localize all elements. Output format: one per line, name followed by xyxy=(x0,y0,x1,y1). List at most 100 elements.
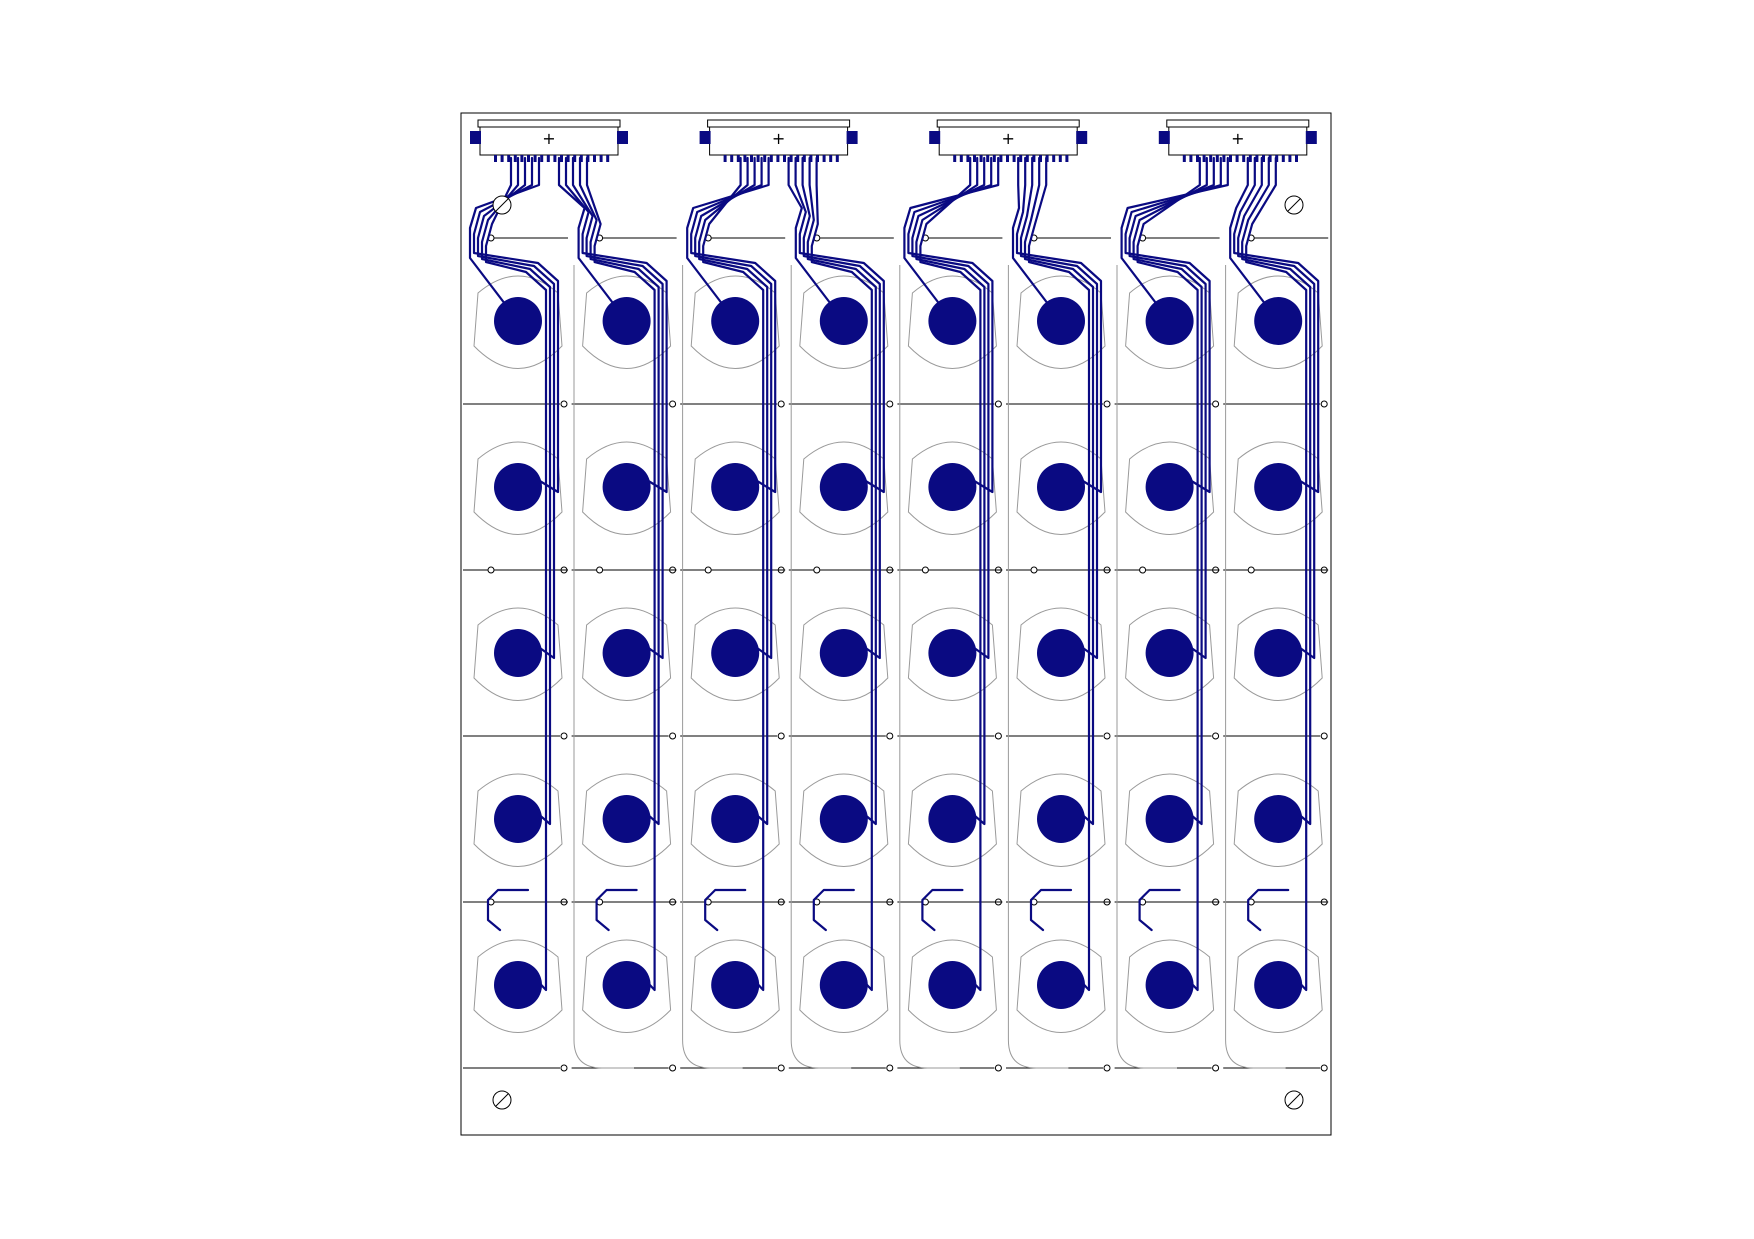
key-pad xyxy=(1254,795,1303,843)
connector-lock-pad xyxy=(1076,131,1088,144)
connector-pin xyxy=(783,155,786,162)
connector-pin xyxy=(1268,155,1272,162)
connector-lock-pad xyxy=(846,131,858,144)
via-hole xyxy=(1103,732,1111,740)
connector-pin xyxy=(776,155,780,162)
key-pad xyxy=(1145,795,1194,843)
via-hole xyxy=(994,1064,1002,1072)
key-pad xyxy=(819,795,868,843)
key-pad xyxy=(494,629,542,677)
connector-top-rail xyxy=(477,119,621,128)
key-pad xyxy=(711,463,760,511)
connector-pin xyxy=(763,155,767,162)
key-pad xyxy=(494,463,542,511)
connector-pin xyxy=(1052,155,1056,162)
via-hole xyxy=(560,1064,568,1072)
connector-pin xyxy=(560,155,563,162)
connector-pin xyxy=(750,155,753,162)
signal-trace xyxy=(810,156,873,992)
key-pad xyxy=(819,463,868,511)
connector-pin xyxy=(1209,155,1213,162)
via-hole xyxy=(704,566,712,574)
trace-layer xyxy=(468,156,1320,992)
connector-polarity-label: + xyxy=(542,129,555,148)
connector-pin xyxy=(1189,155,1193,162)
key-pad xyxy=(602,297,651,345)
key-pad xyxy=(1254,961,1303,1009)
key-pad xyxy=(711,297,760,345)
connector-pin xyxy=(743,155,747,162)
signal-trace xyxy=(812,888,855,932)
connector-pin xyxy=(835,155,839,162)
connector-lock-pad xyxy=(699,131,711,144)
connector-pin xyxy=(1242,155,1246,162)
signal-trace xyxy=(1027,156,1091,992)
via-hole xyxy=(560,400,568,408)
connector-pin xyxy=(546,155,550,162)
connector-pin xyxy=(606,155,610,162)
key-pad xyxy=(494,795,542,843)
via-hole xyxy=(994,400,1002,408)
signal-trace xyxy=(1138,888,1181,932)
key-pad xyxy=(1037,463,1085,511)
key-pad xyxy=(928,463,977,511)
via-hole xyxy=(1320,732,1328,740)
connector-pin xyxy=(1182,155,1186,162)
signal-trace xyxy=(1245,156,1308,992)
signal-trace xyxy=(1029,888,1073,932)
via-hole xyxy=(886,400,894,408)
via-hole xyxy=(669,732,677,740)
connector-pin xyxy=(986,155,990,162)
connector-pin xyxy=(809,155,813,162)
key-pad xyxy=(1037,795,1085,843)
connector-pin xyxy=(1012,155,1016,162)
connector-pin xyxy=(520,155,524,162)
via-hole xyxy=(596,566,604,574)
key-pad xyxy=(1037,961,1085,1009)
signal-trace xyxy=(1247,888,1290,932)
connector-pin xyxy=(1196,155,1199,162)
connector-pin xyxy=(1288,155,1292,162)
key-pad xyxy=(1254,463,1303,511)
signal-trace xyxy=(468,156,541,323)
key-pad xyxy=(928,629,977,677)
via-hole xyxy=(777,732,785,740)
connector-pin xyxy=(1019,155,1023,162)
connector-pin xyxy=(1235,155,1239,162)
connector-pin xyxy=(723,155,727,162)
connector-pin xyxy=(540,155,544,162)
signal-trace xyxy=(484,156,548,992)
via-hole xyxy=(777,400,785,408)
via-hole xyxy=(1103,400,1111,408)
connector-top-rail xyxy=(936,119,1080,128)
signal-trace xyxy=(702,156,765,992)
key-pad xyxy=(602,795,651,843)
connector-pin xyxy=(959,155,963,162)
connector-pin xyxy=(822,155,826,162)
connector-pin xyxy=(966,155,970,162)
connector-pin xyxy=(730,155,734,162)
connector-pin xyxy=(1295,155,1298,162)
signal-trace xyxy=(1120,156,1229,323)
connector-pin xyxy=(1006,155,1009,162)
via-hole xyxy=(1103,1064,1111,1072)
signal-trace xyxy=(1136,156,1201,992)
signal-trace xyxy=(704,888,747,932)
connector-pin xyxy=(816,155,819,162)
signal-trace xyxy=(921,888,964,932)
via-hole xyxy=(487,566,495,574)
via-hole xyxy=(994,732,1002,740)
connector-pin xyxy=(979,155,983,162)
connector-pin xyxy=(1058,155,1062,162)
via-hole xyxy=(777,1064,785,1072)
connector-pin xyxy=(586,155,590,162)
key-pad xyxy=(819,629,868,677)
key-pad xyxy=(819,297,868,345)
connector-pin xyxy=(1262,155,1265,162)
key-pad xyxy=(602,463,651,511)
connector-pin xyxy=(1281,155,1285,162)
connector-pin xyxy=(769,155,773,162)
key-pad xyxy=(711,961,760,1009)
key-pad xyxy=(1145,297,1194,345)
connector-top-rail xyxy=(1166,119,1310,128)
